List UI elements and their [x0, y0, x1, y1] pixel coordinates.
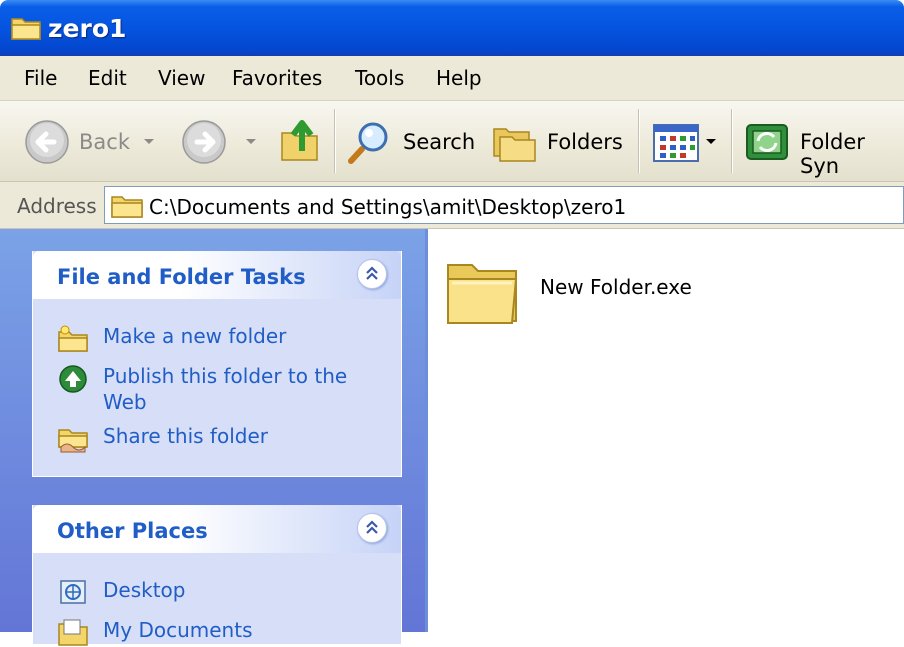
toolbar-separator — [731, 109, 733, 173]
task-label: Publish this folder to the — [103, 364, 348, 388]
views-icon — [653, 124, 699, 162]
back-dropdown-caret[interactable] — [144, 139, 154, 144]
menu-tools[interactable]: Tools — [355, 66, 404, 90]
my-documents-icon — [58, 619, 88, 646]
search-icon — [348, 122, 388, 164]
panel-title: File and Folder Tasks — [57, 265, 306, 289]
address-bar: Address C:\Documents and Settings\amit\D… — [0, 182, 904, 229]
task-label-line2: Web — [103, 390, 147, 414]
folder-icon — [11, 18, 41, 40]
new-folder-icon — [58, 325, 88, 352]
toolbar-separator — [638, 109, 640, 173]
other-places-panel: Other Places Desktop My Documents — [32, 505, 402, 646]
window-title: zero1 — [48, 14, 127, 43]
toolbar-separator — [334, 109, 336, 173]
panel-title: Other Places — [57, 519, 208, 543]
share-folder-icon — [58, 429, 88, 453]
back-label: Back — [79, 130, 130, 154]
up-folder-icon[interactable] — [278, 115, 322, 165]
file-name: New Folder.exe — [540, 275, 692, 299]
double-chevron-up-icon — [366, 520, 378, 534]
task-label: Share this folder — [103, 424, 268, 448]
address-label: Address — [17, 194, 97, 218]
menu-file[interactable]: File — [24, 66, 57, 90]
folder-icon — [111, 196, 143, 218]
panel-header[interactable]: File and Folder Tasks — [33, 251, 401, 299]
desktop-icon — [60, 580, 86, 604]
menu-edit[interactable]: Edit — [88, 66, 127, 90]
address-input[interactable]: C:\Documents and Settings\amit\Desktop\z… — [104, 186, 904, 224]
collapse-button[interactable] — [357, 513, 387, 543]
folder-sync-label: Folder Syn — [800, 130, 865, 178]
menu-favorites[interactable]: Favorites — [232, 66, 322, 90]
address-path: C:\Documents and Settings\amit\Desktop\z… — [149, 195, 627, 219]
double-chevron-up-icon — [366, 266, 378, 280]
folders-label: Folders — [547, 130, 623, 154]
panel-header[interactable]: Other Places — [33, 505, 401, 553]
publish-web-icon — [59, 365, 87, 393]
toolbar: Back Search Folders Folder Syn — [0, 101, 904, 182]
task-pane: File and Folder Tasks Make a new folder … — [0, 229, 428, 646]
views-dropdown-caret — [706, 139, 716, 144]
forward-dropdown-caret[interactable] — [246, 139, 256, 144]
folder-icon — [447, 264, 518, 324]
task-label: Make a new folder — [103, 324, 287, 348]
menu-bar: File Edit View Favorites Tools Help — [0, 56, 904, 101]
folder-sync-icon — [746, 124, 788, 160]
menu-help[interactable]: Help — [436, 66, 482, 90]
collapse-button[interactable] — [357, 259, 387, 289]
menu-view[interactable]: View — [158, 66, 205, 90]
folders-icon — [493, 128, 536, 162]
place-label: Desktop — [103, 578, 186, 602]
file-list[interactable]: New Folder.exe — [428, 229, 904, 632]
file-folder-tasks-panel: File and Folder Tasks Make a new folder … — [32, 251, 402, 477]
back-arrow-icon — [25, 120, 69, 164]
forward-arrow-icon[interactable] — [181, 119, 227, 165]
place-label: My Documents — [103, 618, 253, 642]
search-label: Search — [403, 130, 476, 154]
title-bar[interactable]: zero1 — [0, 0, 904, 56]
